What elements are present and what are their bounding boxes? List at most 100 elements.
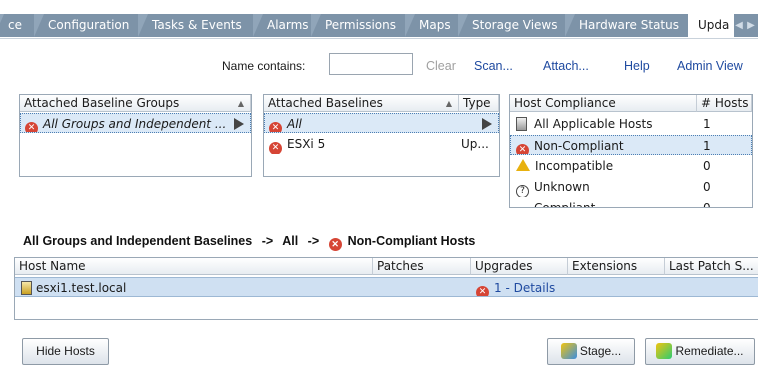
- baseline-row[interactable]: ✕ ESXi 5 Up...: [264, 134, 499, 154]
- compliance-name: Incompatible: [516, 156, 696, 176]
- compliance-count: 0: [703, 159, 711, 173]
- compliance-name: ✕ Non-Compliant: [516, 136, 696, 154]
- compliance-count-header[interactable]: # Hosts: [697, 95, 752, 112]
- compliance-name-header[interactable]: Host Compliance: [510, 95, 697, 112]
- baseline-groups-panel: Attached Baseline Groups ▲ ✕ All Groups a…: [19, 94, 252, 177]
- baselines-panel: Attached Baselines ▲ Type ✕ All ✕ ESXi 5 U…: [263, 94, 500, 177]
- stage-icon: [560, 343, 577, 359]
- baselines-name-header[interactable]: Attached Baselines ▲: [264, 95, 459, 112]
- tab-update-manager[interactable]: Upda: [688, 12, 734, 39]
- remediate-button[interactable]: Remediate...: [645, 338, 755, 365]
- baseline-group-row[interactable]: ✕ All Groups and Independent ...: [20, 113, 251, 133]
- breadcrumb-status: ✕ Non-Compliant Hosts: [328, 234, 482, 251]
- tab-label: Upda: [698, 18, 730, 32]
- compliance-count: 1: [703, 117, 711, 131]
- clear-link[interactable]: Clear: [426, 59, 456, 73]
- compliance-row[interactable]: Incompatible 0: [510, 156, 752, 176]
- baseline-label: All: [287, 117, 302, 131]
- tab-maps[interactable]: Maps: [405, 14, 463, 37]
- patches-cell: [377, 278, 467, 296]
- hosts-table: Host Name Patches Upgrades Extensions La…: [14, 257, 758, 320]
- tab-scroll-left-icon[interactable]: ◀: [734, 17, 744, 34]
- baseline-group-label: All Groups and Independent ...: [43, 117, 227, 131]
- compliance-label: Unknown: [534, 180, 590, 194]
- sort-ascending-icon: ▲: [237, 99, 244, 108]
- baseline-group-name: ✕ All Groups and Independent ...: [25, 114, 230, 132]
- error-icon: ✕: [269, 142, 282, 154]
- compliance-row[interactable]: ✕ Non-Compliant 1: [510, 135, 752, 155]
- tab-hardware-status[interactable]: Hardware Status: [565, 14, 695, 37]
- breadcrumb-separator: ->: [307, 234, 320, 248]
- tab-label: Tasks & Events: [152, 18, 242, 32]
- tab-label: Hardware Status: [579, 18, 679, 32]
- baseline-type: Up...: [461, 137, 489, 151]
- host-name: esxi1.test.local: [36, 281, 127, 295]
- baseline-row[interactable]: ✕ All: [264, 113, 499, 133]
- admin-view-link[interactable]: Admin View: [677, 59, 743, 73]
- tab-label: Configuration: [48, 18, 130, 32]
- baselines-type-header[interactable]: Type: [459, 95, 499, 112]
- column-header-label: Extensions: [572, 259, 638, 273]
- host-compliance-panel: Host Compliance # Hosts All Applicable H…: [509, 94, 753, 208]
- tab-label: Permissions: [325, 18, 396, 32]
- compliance-count: 0: [703, 201, 711, 208]
- compliance-count: 0: [703, 180, 711, 194]
- breadcrumb-status-label: Non-Compliant Hosts: [347, 234, 476, 248]
- compliance-row[interactable]: Compliant 0: [510, 198, 752, 208]
- tab-tasks-events[interactable]: Tasks & Events: [138, 14, 255, 37]
- remediate-icon: [656, 343, 673, 359]
- upgrades-header[interactable]: Upgrades: [471, 258, 568, 275]
- error-icon: ✕: [25, 122, 38, 132]
- host-warning-icon: [21, 281, 32, 295]
- compliance-label: All Applicable Hosts: [534, 117, 653, 131]
- extensions-header[interactable]: Extensions: [568, 258, 665, 275]
- table-row[interactable]: esxi1.test.local ✕ 1 - Details: [15, 277, 758, 297]
- breadcrumb-group: All Groups and Independent Baselines: [23, 234, 253, 248]
- tab-configuration[interactable]: Configuration: [34, 14, 147, 37]
- column-header-label: Last Patch S...: [669, 259, 754, 273]
- column-header-label: Upgrades: [475, 259, 533, 273]
- tab-label: Maps: [419, 18, 451, 32]
- patches-header[interactable]: Patches: [373, 258, 471, 275]
- tab-scroll-right-icon[interactable]: ▶: [746, 17, 756, 34]
- help-link[interactable]: Help: [624, 59, 650, 73]
- baseline-name: ✕ All: [269, 114, 449, 132]
- toolbar: Name contains: Clear Scan... Attach... H…: [0, 48, 758, 78]
- error-icon: ✕: [516, 144, 529, 154]
- compliance-row[interactable]: All Applicable Hosts 1: [510, 114, 752, 134]
- column-header-label: Patches: [377, 259, 424, 273]
- stage-button[interactable]: Stage...: [547, 338, 635, 365]
- button-label: Hide Hosts: [36, 344, 95, 358]
- host-name-cell: esxi1.test.local: [21, 278, 361, 296]
- tab-permissions[interactable]: Permissions: [311, 14, 412, 37]
- tab-alarms[interactable]: Alarms: [253, 14, 319, 37]
- arrow-right-icon: [482, 118, 492, 130]
- tab-strip: ce Configuration Tasks & Events Alarms P…: [0, 0, 758, 40]
- error-icon: ✕: [328, 238, 342, 251]
- compliance-name: All Applicable Hosts: [516, 114, 696, 134]
- host-name-header[interactable]: Host Name: [15, 258, 373, 275]
- column-header-label: # Hosts: [701, 96, 749, 110]
- baseline-name: ✕ ESXi 5: [269, 134, 449, 154]
- tab-label: Alarms: [267, 18, 309, 32]
- column-header-label: Host Name: [19, 259, 86, 273]
- filter-input[interactable]: [329, 53, 413, 75]
- extensions-cell: [572, 278, 662, 296]
- compliance-row[interactable]: ? Unknown 0: [510, 177, 752, 197]
- column-header-label: Attached Baselines: [268, 96, 383, 110]
- attach-link[interactable]: Attach...: [543, 59, 589, 73]
- column-header-label: Attached Baseline Groups: [24, 96, 180, 110]
- button-label: Remediate...: [675, 344, 744, 358]
- upgrades-details-link[interactable]: ✕ 1 - Details: [476, 278, 568, 296]
- tab-storage-views[interactable]: Storage Views: [458, 14, 572, 37]
- tab-summary[interactable]: ce: [0, 14, 34, 37]
- scan-link[interactable]: Scan...: [474, 59, 513, 73]
- tab-label: ce: [8, 18, 22, 32]
- baseline-groups-header[interactable]: Attached Baseline Groups ▲: [20, 95, 251, 112]
- column-header-label: Type: [463, 96, 491, 110]
- error-icon: ✕: [476, 286, 489, 296]
- baseline-label: ESXi 5: [287, 137, 326, 151]
- last-patch-header[interactable]: Last Patch S...: [665, 258, 758, 275]
- sort-ascending-icon: ▲: [445, 99, 452, 108]
- hide-hosts-button[interactable]: Hide Hosts: [22, 338, 109, 365]
